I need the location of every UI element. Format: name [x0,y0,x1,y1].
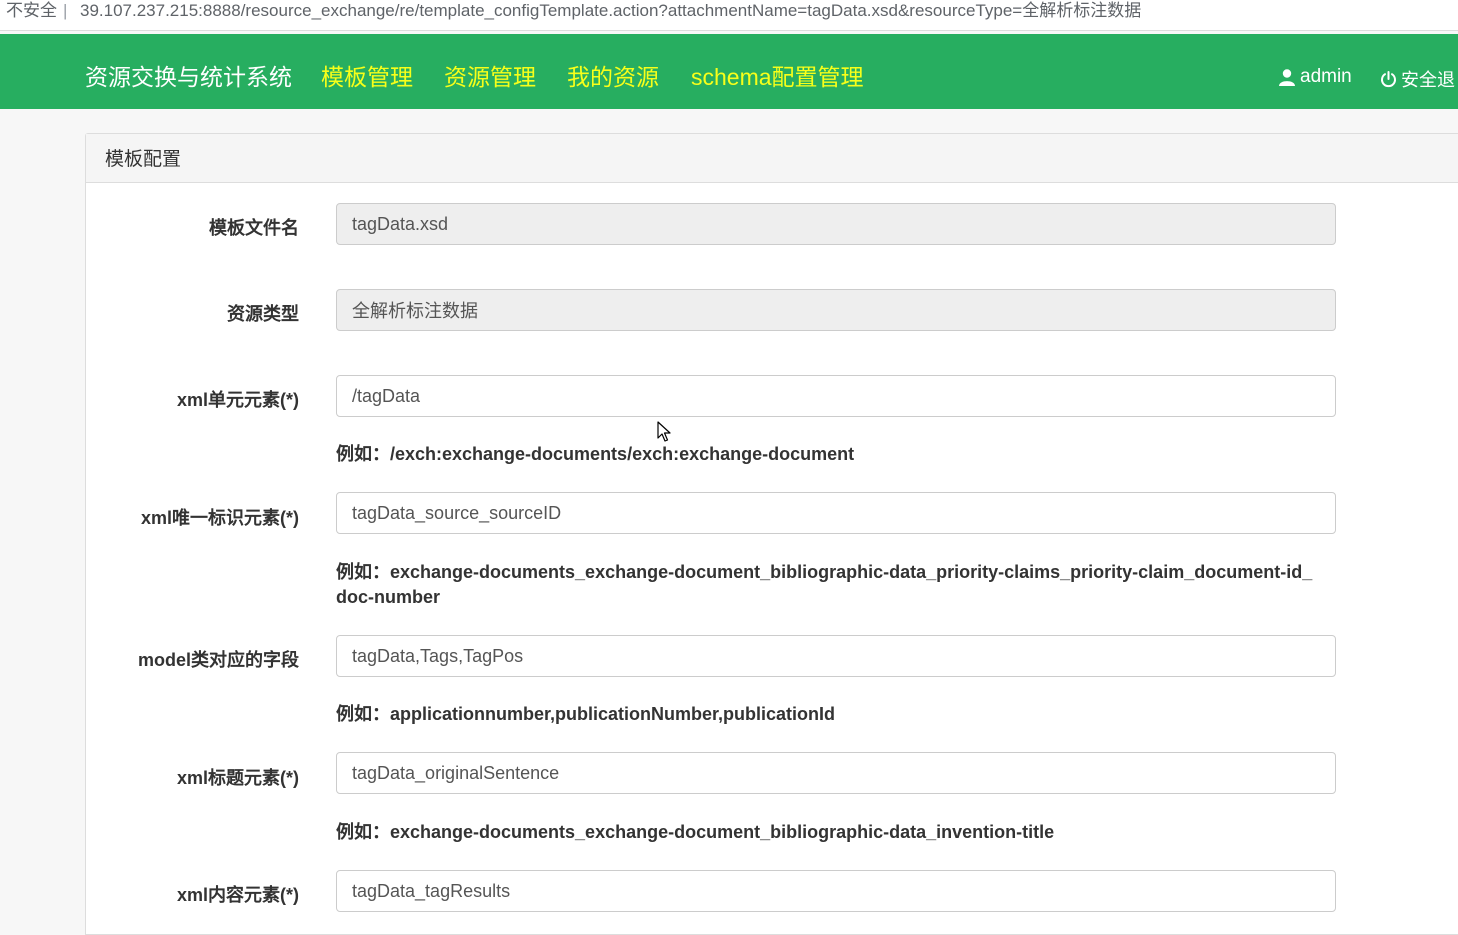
url-text[interactable]: 39.107.237.215:8888/resource_exchange/re… [80,0,1141,22]
template-config-panel: 模板配置 模板文件名 资源类型 xml单元元素(*) 例如：/exch:exch… [85,133,1458,935]
nav-template-management[interactable]: 模板管理 [321,58,413,92]
hint-xml-title-element: 例如：exchange-documents_exchange-document_… [336,822,1055,842]
nav-schema-config[interactable]: schema配置管理 [691,58,864,92]
user-icon [1279,69,1295,86]
template-filename-input[interactable] [336,203,1336,245]
label-xml-title-element: xml标题元素(*) [176,768,299,788]
nav-my-resources[interactable]: 我的资源 [567,58,659,92]
model-fields-input[interactable] [336,635,1336,677]
label-model-fields: model类对应的字段 [137,650,299,670]
address-bar[interactable]: 不安全 | 39.107.237.215:8888/resource_excha… [0,0,1458,31]
user-name: admin [1300,66,1352,87]
xml-content-element-input[interactable] [336,870,1336,912]
resource-type-input[interactable] [336,289,1336,331]
security-indicator[interactable]: 不安全 [6,0,57,22]
xml-unit-element-input[interactable] [336,375,1336,417]
label-xml-unique-id-element: xml唯一标识元素(*) [140,508,299,528]
address-separator: | [63,1,68,20]
label-xml-unit-element: xml单元元素(*) [176,390,299,410]
panel-title: 模板配置 [86,134,1458,183]
label-template-filename: 模板文件名 [209,218,299,238]
xml-unique-id-element-input[interactable] [336,492,1336,534]
label-xml-content-element: xml内容元素(*) [176,885,299,905]
power-icon [1381,70,1396,87]
label-resource-type: 资源类型 [227,304,299,324]
mouse-cursor-icon [657,421,671,442]
hint-model-fields: 例如：applicationnumber,publicationNumber,p… [336,704,836,724]
nav-resource-management[interactable]: 资源管理 [444,58,536,92]
hint-xml-unit-element: 例如：/exch:exchange-documents/exch:exchang… [336,444,855,464]
logout-label: 安全退 [1401,70,1455,90]
brand-title[interactable]: 资源交换与统计系统 [85,58,292,92]
xml-title-element-input[interactable] [336,752,1336,794]
top-navbar: 资源交换与统计系统 模板管理 资源管理 我的资源 schema配置管理 admi… [0,34,1458,109]
user-menu[interactable]: admin [1278,66,1352,88]
logout-button[interactable]: 安全退 [1380,66,1455,92]
hint-xml-unique-id-element: 例如：exchange-documents_exchange-document_… [336,562,1313,607]
